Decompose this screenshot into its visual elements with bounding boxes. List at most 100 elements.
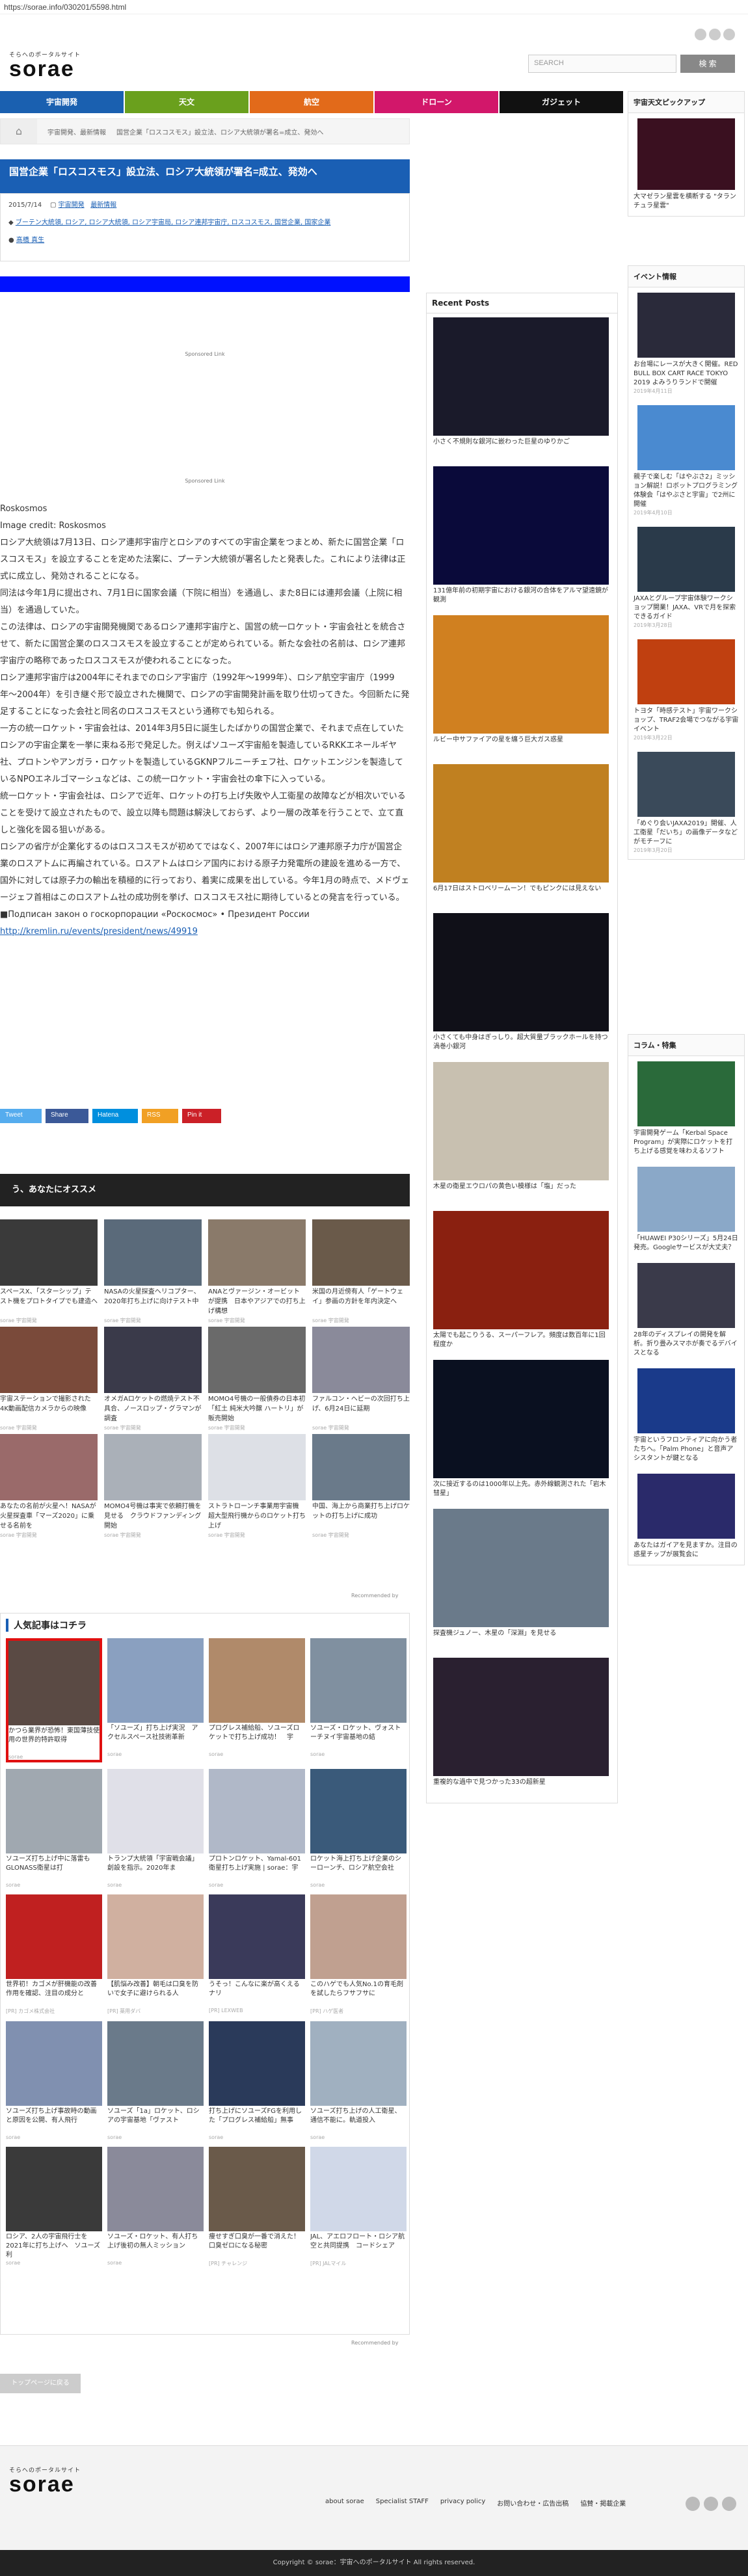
search-button[interactable]: 検 索 (680, 55, 735, 73)
recommend-thumbnail[interactable] (104, 1327, 202, 1393)
popular-card[interactable]: ソユーズ・ロケット、ヴォストーチヌイ宇宙基地の結 sorae (310, 1638, 407, 1762)
event-image[interactable] (637, 752, 735, 817)
popular-thumbnail[interactable] (310, 2021, 407, 2106)
popular-thumbnail[interactable] (107, 1638, 204, 1723)
column-image[interactable] (637, 1263, 735, 1328)
recommend-thumbnail[interactable] (0, 1434, 98, 1500)
event-image[interactable] (637, 405, 735, 470)
popular-recommended-by[interactable]: Recommended by (351, 2340, 398, 2346)
event-title[interactable]: 「めぐり会いJAXA2019」開催、人工衛星「だいち」の画像データなどがモチーフ… (634, 819, 739, 847)
search-input[interactable]: SEARCH (528, 55, 676, 73)
popular-title[interactable]: ソユーズ打ち上げ中に落雷も GLONASS衛星は打 (6, 1855, 102, 1882)
recommend-thumbnail[interactable] (312, 1327, 410, 1393)
recommend-card[interactable]: ストラトローンチ事業用宇宙機 超大型飛行機からのロケット打ち上げ sorae 宇宙… (208, 1434, 306, 1541)
nav-aviation[interactable]: 航空 (250, 91, 375, 113)
popular-title[interactable]: ソユーズ打ち上げ事故時の動画と原因を公開、有人飛行 (6, 2107, 102, 2134)
recent-post-title[interactable]: 次に接近するのは1000年以上先。赤外線観測された「岩木彗星」 (433, 1480, 611, 1501)
column-item[interactable]: 「HUAWEI P30シリーズ」5月24日発売。Googleサービスが大丈夫？ (628, 1162, 744, 1258)
recommend-title[interactable]: 米国の月近傍有人「ゲートウェイ」参画の方針を年内決定へ (312, 1287, 410, 1317)
recommend-title[interactable]: ストラトローンチ事業用宇宙機 超大型飛行機からのロケット打ち上げ (208, 1502, 306, 1532)
popular-card[interactable]: 【肌悩み改善】朝毛は口臭を防いで女子に避けられる人 [PR] 薬用ダバ (107, 1894, 204, 2015)
nav-astronomy[interactable]: 天文 (125, 91, 250, 113)
author-link[interactable]: 髙橋 真生 (16, 237, 44, 244)
twitter-icon[interactable] (695, 29, 706, 40)
recent-post-image[interactable] (433, 1360, 609, 1478)
popular-thumbnail[interactable] (6, 2147, 102, 2231)
recent-post-image[interactable] (433, 913, 609, 1031)
event-image[interactable] (637, 527, 735, 592)
tag-links[interactable]: ブーテン大統領, ロシア, ロシア大統領, ロシア宇宙局, ロシア連邦宇宙庁, … (16, 219, 331, 226)
pickup-item-title[interactable]: 大マゼラン星雲を横断する "タランチュラ星雲" (634, 193, 739, 211)
recommend-thumbnail[interactable] (312, 1219, 410, 1286)
popular-thumbnail[interactable] (107, 1894, 204, 1979)
recommend-title[interactable]: あなたの名前が火星へ！NASAが火星探査車「マーズ2020」に乗せる名前を (0, 1502, 98, 1532)
recommend-thumbnail[interactable] (208, 1219, 306, 1286)
recommend-card[interactable]: NASAの火星探査ヘリコプター、2020年打ち上げに向けテスト中 sorae 宇宙… (104, 1219, 202, 1327)
popular-thumbnail[interactable] (310, 2147, 407, 2231)
category-link-space[interactable]: 宇宙開発 (59, 202, 85, 209)
popular-title[interactable]: ソユーズ打ち上げの人工衛星、通信不能に。軌道投入 (310, 2107, 407, 2134)
hatena-button[interactable]: Hatena (92, 1109, 138, 1123)
column-image[interactable] (637, 1474, 735, 1539)
recent-post-title[interactable]: 木星の衛星エウロパの黄色い模様は「塩」だった (433, 1182, 611, 1203)
recent-post-image[interactable] (433, 466, 609, 585)
breadcrumb-category[interactable]: 宇宙開発、最新情報 (47, 127, 106, 137)
recent-post-image[interactable] (433, 317, 609, 436)
recommend-card[interactable]: ファルコン・ヘビーの次回打ち上げ、6月24日に延期 sorae 宇宙開発 (312, 1327, 410, 1434)
popular-thumbnail[interactable] (209, 1769, 305, 1853)
recent-post-item[interactable]: 木星の衛星エウロパの黄色い模様は「塩」だった (427, 1058, 617, 1207)
popular-card[interactable]: ソユーズ打ち上げ事故時の動画と原因を公開、有人飛行 sorae (6, 2021, 102, 2140)
recent-post-image[interactable] (433, 764, 609, 883)
event-item[interactable]: トヨタ「時感テスト」宇宙ワークショップ、TRAF2会場でつながる宇宙イベント 20… (628, 634, 744, 747)
popular-card[interactable]: トランプ大統領「宇宙戦会議」創設を指示。2020年ま sorae (107, 1769, 204, 1888)
column-title[interactable]: 宇宙開発ゲーム「Kerbal Space Program」が実際にロケットを打ち… (634, 1129, 739, 1156)
column-item[interactable]: 28年のディスプレイの開発を解析。折り畳みスマホが奏でるデバイスとなる (628, 1258, 744, 1363)
column-item[interactable]: 宇宙というフロンティアに向かう者たちへ。「Palm Phone」と音声アシスタン… (628, 1363, 744, 1468)
event-image[interactable] (637, 293, 735, 358)
pickup-image[interactable] (637, 118, 735, 190)
recent-post-item[interactable]: 小さくても中身はぎっしり。超大質量ブラックホールを持つ渦巻小銀河 (427, 909, 617, 1058)
tweet-button[interactable]: Tweet (0, 1109, 42, 1123)
popular-card[interactable]: 痩せすぎ口臭が一番で消えた！口臭ゼロになる秘密 [PR] チャレンジ (209, 2147, 305, 2267)
popular-title[interactable]: プロトンロケット、Yamal-601衛星打ち上げ実施 | sorae：宇 (209, 1855, 305, 1882)
popular-thumbnail[interactable] (310, 1769, 407, 1853)
event-item[interactable]: 親子で楽しむ「はやぶさ2」ミッション解説！ロボットプログラミング体験会「はやぶさ… (628, 400, 744, 522)
recommend-thumbnail[interactable] (104, 1219, 202, 1286)
recent-post-title[interactable]: 小さく不規則な銀河に嵌わった巨星のゆりかご (433, 438, 611, 458)
popular-thumbnail[interactable] (209, 2021, 305, 2106)
column-image[interactable] (637, 1061, 735, 1126)
facebook-icon[interactable] (704, 2497, 718, 2511)
popular-title[interactable]: うそっ！こんなに楽が高くえるナリ (209, 1980, 305, 2008)
recommend-thumbnail[interactable] (312, 1434, 410, 1500)
recommend-card[interactable]: オメガAロケットの燃焼テスト不具合、ノースロップ・グラマンが調査 sorae 宇宙… (104, 1327, 202, 1434)
twitter-icon[interactable] (686, 2497, 700, 2511)
recommended-by[interactable]: Recommended by (351, 1593, 398, 1599)
popular-title[interactable]: 世界初！カゴメが肝機能の改善作用を確認、注目の成分と (6, 1980, 102, 2008)
recent-post-image[interactable] (433, 1658, 609, 1776)
popular-card[interactable]: 「ソユーズ」打ち上げ実況 アクセルスペース社技術革新 sorae (107, 1638, 204, 1762)
recent-post-image[interactable] (433, 1062, 609, 1180)
source-link[interactable]: http://kremlin.ru/events/president/news/… (0, 927, 198, 936)
popular-card[interactable]: ロケット海上打ち上げ企業のシーローンチ、ロシア航空会社 sorae (310, 1769, 407, 1888)
recent-post-item[interactable]: 太陽でも起こりうる、スーパーフレア。頻度は数百年に1回程度か (427, 1207, 617, 1356)
popular-card[interactable]: ソユーズ「1a」ロケット、ロシアの宇宙基地「ヴァスト sorae (107, 2021, 204, 2140)
recommend-title[interactable]: MOMO4号機の一般債券の日本初「紅土 純米大吟醸 ハートリ」が販売開始 (208, 1394, 306, 1424)
recent-post-item[interactable]: ルビー中サファイアの星を纏う巨大ガス惑星 (427, 611, 617, 760)
popular-title[interactable]: かつら業界が恐怖！東国薄技使用の世界的特許取得 (8, 1727, 100, 1754)
popular-card[interactable]: ソユーズ打ち上げの人工衛星、通信不能に。軌道投入 sorae (310, 2021, 407, 2140)
recent-post-item[interactable]: 6月17日はストロベリームーン！でもピンクには見えない (427, 760, 617, 909)
popular-thumbnail[interactable] (6, 1894, 102, 1979)
pickup-item[interactable]: 大マゼラン星雲を横断する "タランチュラ星雲" (628, 113, 744, 216)
recommend-title[interactable]: オメガAロケットの燃焼テスト不具合、ノースロップ・グラマンが調査 (104, 1394, 202, 1424)
event-item[interactable]: JAXAとグループ宇宙体験ワークショップ開業！JAXA、VRで月を探索できるガイ… (628, 522, 744, 634)
popular-thumbnail[interactable] (209, 2147, 305, 2231)
recommend-title[interactable]: 中国、海上から商業打ち上げロケットの打ち上げに成功 (312, 1502, 410, 1532)
popular-title[interactable]: 痩せすぎ口臭が一番で消えた！口臭ゼロになる秘密 (209, 2233, 305, 2260)
recommend-card[interactable]: 宇宙ステーションで撮影された4K動画配信カメラからの映像 sorae 宇宙開発 (0, 1327, 98, 1434)
popular-thumbnail[interactable] (209, 1894, 305, 1979)
recommend-thumbnail[interactable] (0, 1219, 98, 1286)
popular-card[interactable]: ソユーズ・ロケット、有人打ち上げ後初の無人ミッション sorae (107, 2147, 204, 2267)
column-title[interactable]: 28年のディスプレイの開発を解析。折り畳みスマホが奏でるデバイスとなる (634, 1331, 739, 1358)
popular-card[interactable]: このハゲでも人気No.1の育毛剤を試したらフサフサに [PR] ハゲ医者 (310, 1894, 407, 2015)
recent-post-title[interactable]: ルビー中サファイアの星を纏う巨大ガス惑星 (433, 736, 611, 756)
